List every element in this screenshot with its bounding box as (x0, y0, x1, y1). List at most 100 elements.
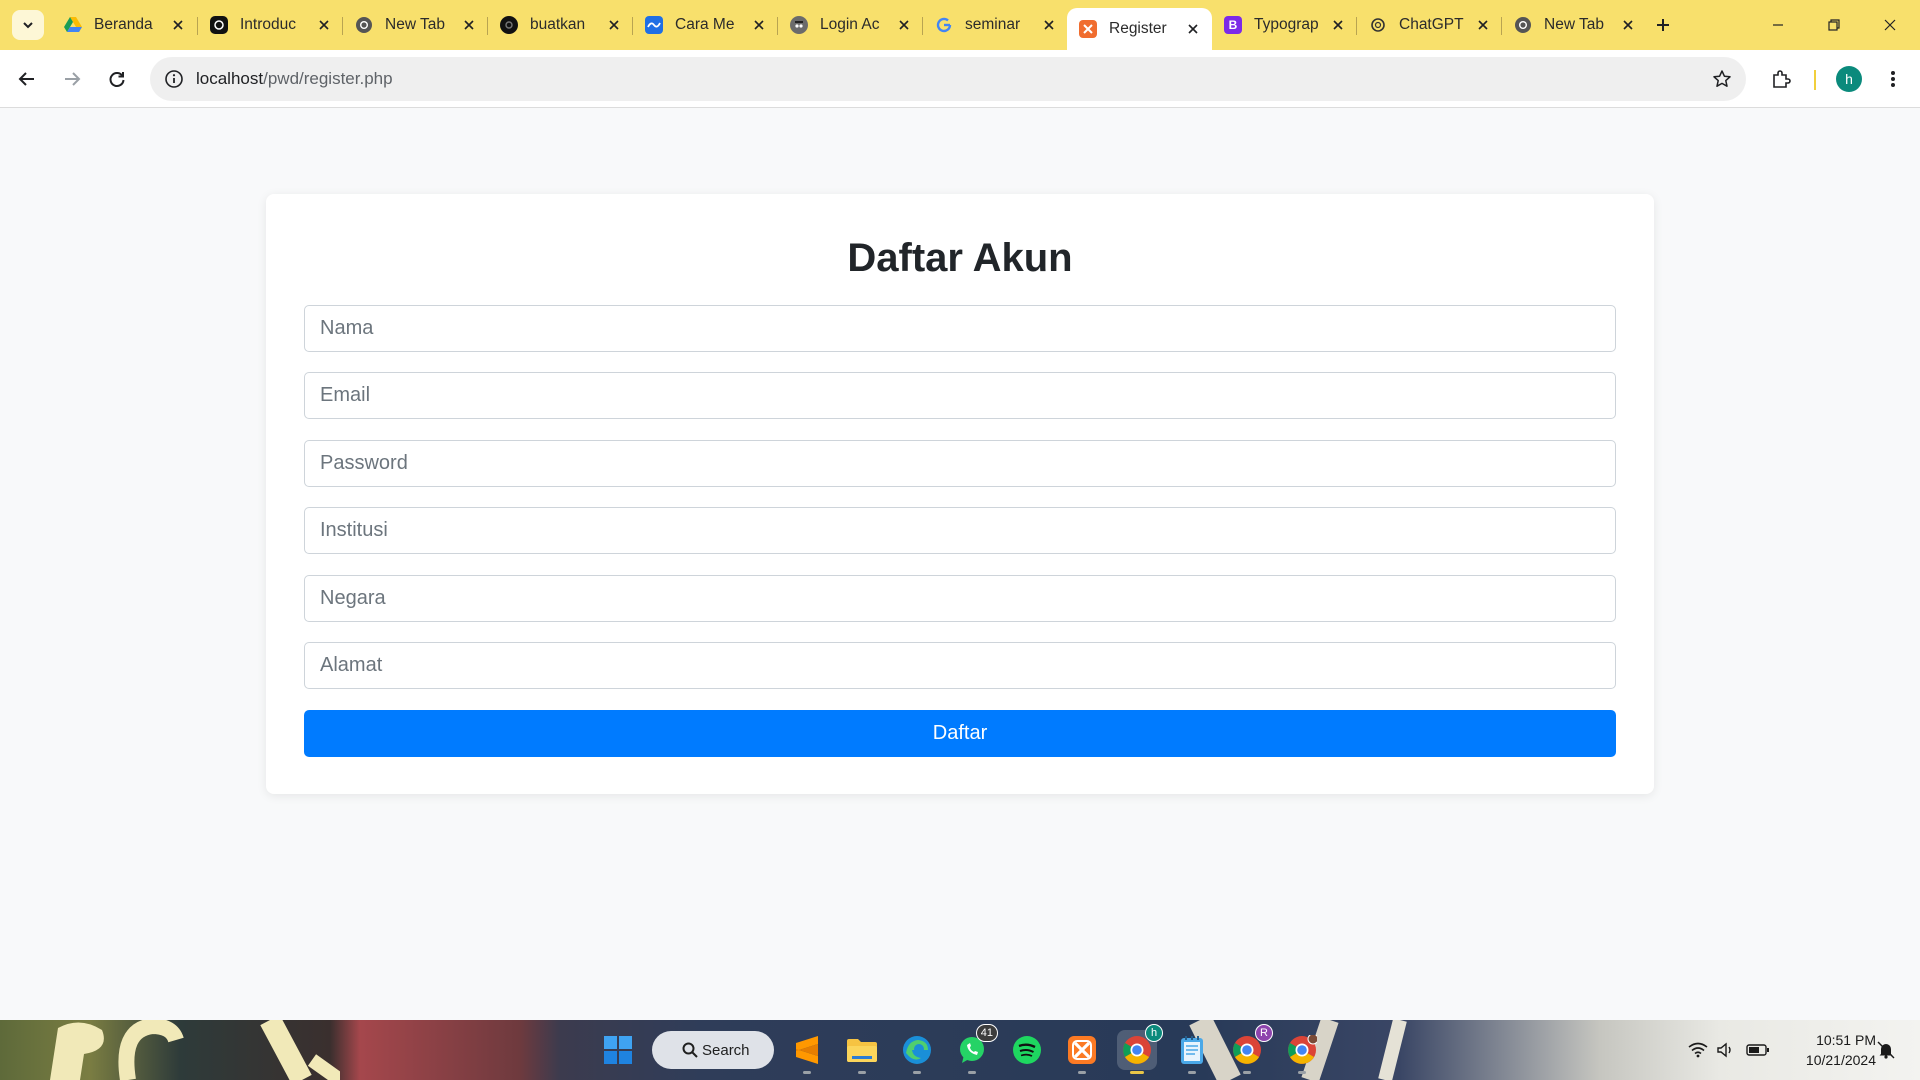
start-button[interactable] (598, 1030, 638, 1070)
tab-buatkan[interactable]: buatkan (488, 8, 633, 42)
back-button[interactable] (10, 62, 44, 96)
chrome-profile-photo-app[interactable] (1282, 1030, 1322, 1074)
url-text[interactable]: localhost/pwd/register.php (196, 69, 393, 89)
taskbar-search[interactable]: Search (652, 1031, 774, 1069)
chrome-profile-r-app[interactable]: R (1227, 1024, 1273, 1074)
alamat-input[interactable] (304, 642, 1616, 689)
url-host: localhost (196, 69, 264, 88)
tab-typograp[interactable]: B Typograp (1212, 8, 1357, 42)
google-icon (935, 16, 953, 34)
chrome-app-active[interactable]: h (1117, 1024, 1163, 1074)
close-icon[interactable] (315, 16, 333, 34)
windows-icon (604, 1036, 632, 1064)
forward-button[interactable] (55, 62, 89, 96)
profile-badge: R (1255, 1024, 1273, 1042)
tab-new-tab-2[interactable]: New Tab (1502, 8, 1647, 42)
whatsapp-app[interactable]: 41 (952, 1024, 998, 1074)
tab-title: Beranda (94, 16, 153, 33)
restore-button[interactable] (1806, 0, 1862, 50)
close-window-button[interactable] (1862, 0, 1918, 50)
tab-cara-me[interactable]: Cara Me (633, 8, 778, 42)
xampp-icon (1079, 20, 1097, 38)
notepad-icon (1181, 1036, 1203, 1064)
wifi-icon[interactable] (1686, 1040, 1710, 1060)
daftar-button[interactable]: Daftar (304, 710, 1616, 757)
tab-strip: Beranda Introduc New Tab buatkan Cara Me (0, 0, 1920, 50)
volume-icon[interactable] (1714, 1040, 1738, 1060)
xampp-icon (1068, 1036, 1096, 1064)
spotify-app[interactable] (1007, 1030, 1047, 1070)
running-indicator (858, 1071, 866, 1074)
search-label: Search (702, 1041, 750, 1059)
sublime-text-app[interactable] (787, 1030, 827, 1074)
xampp-app[interactable] (1062, 1030, 1102, 1074)
battery-icon[interactable] (1744, 1040, 1772, 1060)
clock-date: 10/21/2024 (1805, 1052, 1876, 1068)
chrome-icon (355, 16, 373, 34)
tab-title: Introduc (240, 16, 297, 33)
tab-chatgpt[interactable]: ChatGPT (1357, 8, 1502, 42)
running-indicator (1188, 1071, 1196, 1074)
negara-input[interactable] (304, 575, 1616, 622)
chrome-icon (1288, 1035, 1317, 1064)
close-icon[interactable] (895, 16, 913, 34)
tab-login-ac[interactable]: Login Ac (778, 8, 923, 42)
spy-icon (790, 16, 808, 34)
notification-bell-icon[interactable] (1874, 1040, 1898, 1060)
close-icon[interactable] (1329, 16, 1347, 34)
minimize-button[interactable] (1750, 0, 1806, 50)
profile-avatar[interactable]: h (1836, 66, 1862, 92)
tab-search-button[interactable] (12, 10, 44, 40)
institusi-input[interactable] (304, 507, 1616, 554)
tab-title: New Tab (385, 16, 446, 33)
plus-icon (1657, 19, 1669, 31)
close-icon[interactable] (1184, 20, 1202, 38)
close-icon[interactable] (750, 16, 768, 34)
notepad-app[interactable] (1172, 1030, 1212, 1074)
email-input[interactable] (304, 372, 1616, 419)
tab-register[interactable]: Register (1067, 8, 1212, 50)
edge-icon (903, 1036, 931, 1064)
reload-button[interactable] (100, 62, 134, 96)
bookmark-star-icon[interactable] (1710, 67, 1734, 91)
password-input[interactable] (304, 440, 1616, 487)
tab-seminar[interactable]: seminar (923, 8, 1068, 42)
tab-title: Login Ac (820, 16, 880, 33)
nama-input[interactable] (304, 305, 1616, 352)
tab-beranda[interactable]: Beranda (52, 8, 197, 42)
profile-badge: h (1145, 1024, 1163, 1042)
running-indicator (1243, 1071, 1251, 1074)
arrow-left-icon (18, 72, 34, 86)
close-icon[interactable] (605, 16, 623, 34)
site-info-icon[interactable] (162, 67, 186, 91)
search-icon (682, 1042, 698, 1058)
running-indicator (1078, 1071, 1086, 1074)
new-tab-button[interactable] (1650, 12, 1676, 38)
close-icon[interactable] (460, 16, 478, 34)
openai-icon (1369, 16, 1387, 34)
clock[interactable]: 10:51 PM 10/21/2024 (1780, 1030, 1876, 1070)
close-icon[interactable] (1474, 16, 1492, 34)
tab-title: seminar (965, 16, 1021, 33)
browser-toolbar: localhost/pwd/register.php (0, 50, 1920, 108)
chrome-icon (1514, 16, 1532, 34)
extensions-button[interactable] (1764, 62, 1798, 96)
menu-button[interactable] (1876, 62, 1910, 96)
reload-icon (109, 72, 125, 87)
clock-time: 10:51 PM (1816, 1032, 1876, 1048)
tab-new-tab[interactable]: New Tab (343, 8, 488, 42)
arrow-right-icon (65, 72, 81, 86)
blue-wave-icon (645, 16, 663, 34)
file-explorer-app[interactable] (842, 1030, 882, 1074)
running-indicator (913, 1071, 921, 1074)
address-bar[interactable]: localhost/pwd/register.php (150, 57, 1746, 101)
close-icon[interactable] (1619, 16, 1637, 34)
close-icon[interactable] (1040, 16, 1058, 34)
restore-icon (1828, 19, 1840, 31)
tab-title: New Tab (1544, 16, 1605, 33)
tab-introduc[interactable]: Introduc (198, 8, 343, 42)
edge-app[interactable] (897, 1030, 937, 1074)
close-icon[interactable] (169, 16, 187, 34)
whatsapp-badge: 41 (975, 1024, 998, 1042)
minimize-icon (1773, 24, 1783, 26)
